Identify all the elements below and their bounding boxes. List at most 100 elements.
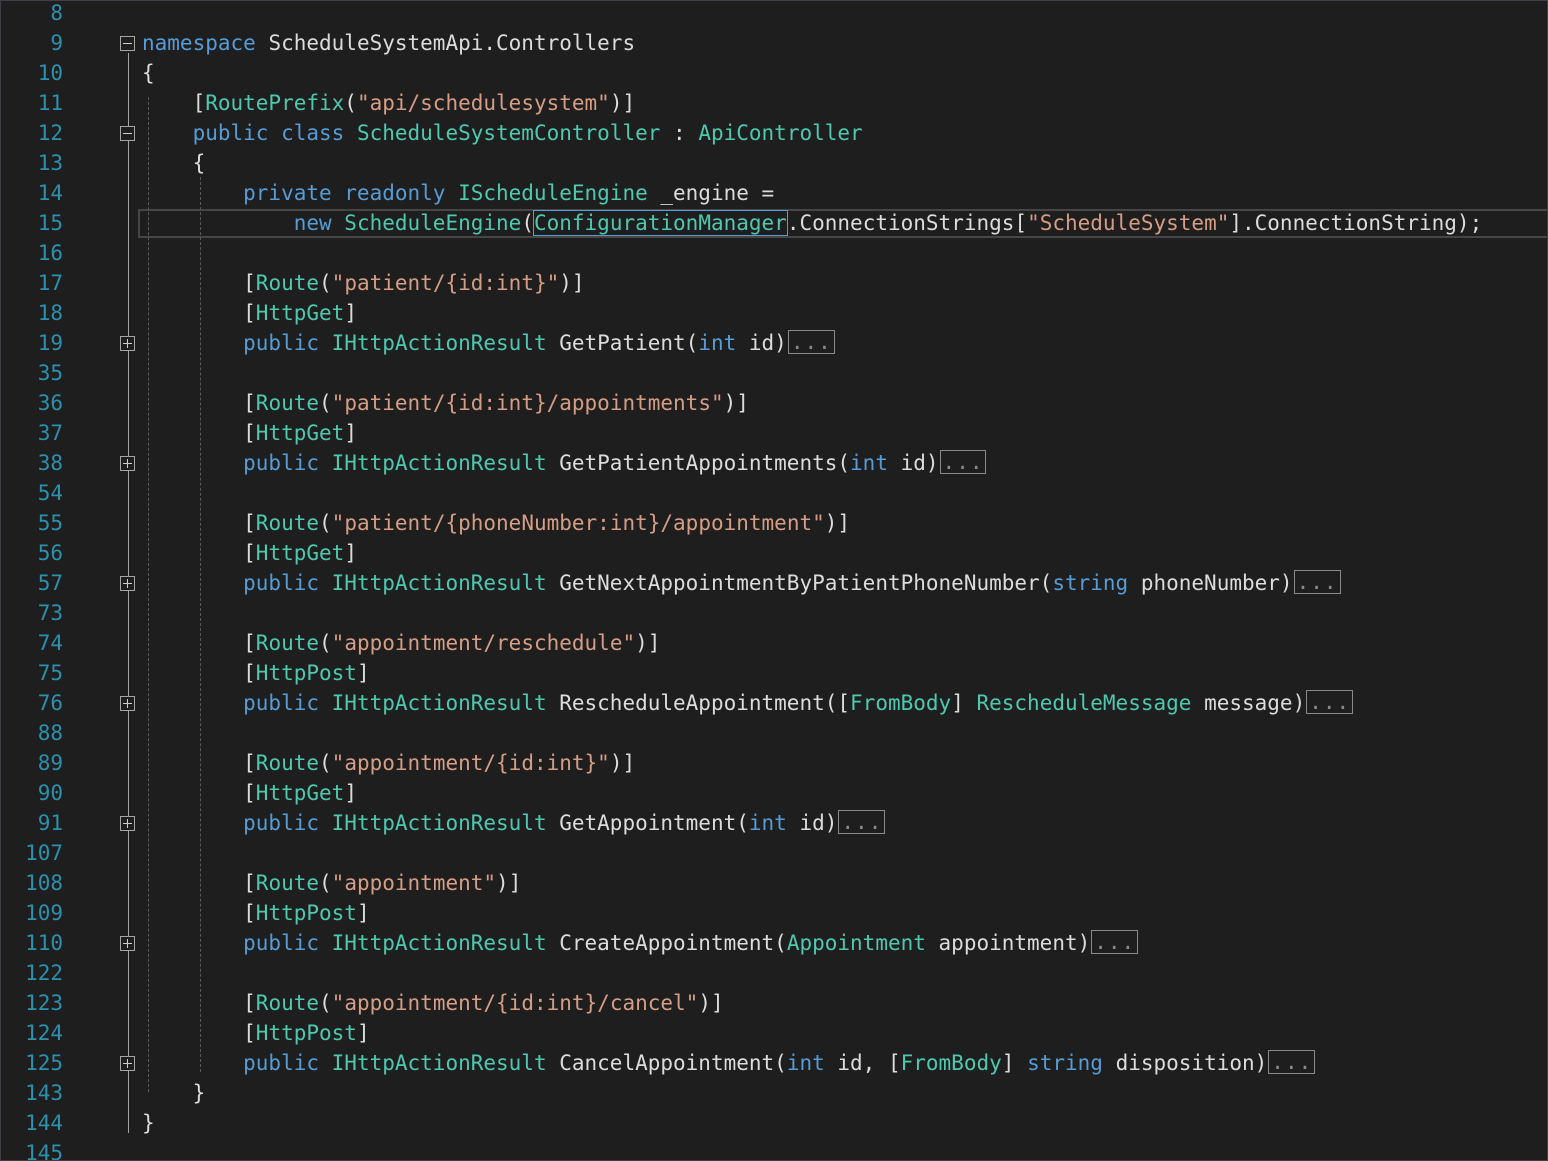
line-number: 124 (25, 1021, 63, 1045)
code-token: IHttpActionResult (331, 451, 547, 475)
code-line[interactable]: 35 (1, 361, 1547, 391)
code-editor[interactable]: 8 9 namespace ScheduleSystemApi.Controller… (0, 0, 1548, 1161)
code-line[interactable]: 11 [RoutePrefix("api/schedulesystem")] (1, 88, 1547, 121)
code-text[interactable]: new ScheduleEngine(ConfigurationManager.… (142, 208, 1482, 238)
code-text[interactable]: [Route("appointment/reschedule")] (142, 628, 660, 658)
code-line[interactable]: 125 public IHttpActionResult CancelAppoi… (1, 1048, 1547, 1081)
code-text[interactable]: public class ScheduleSystemController : … (142, 118, 863, 148)
code-text[interactable]: [HttpGet] (142, 538, 357, 568)
code-line[interactable]: 90 [HttpGet] (1, 778, 1547, 811)
code-line[interactable]: 123 [Route("appointment/{id:int}/cancel"… (1, 988, 1547, 1021)
code-text[interactable]: { (142, 148, 206, 178)
code-text[interactable]: } (142, 1078, 206, 1108)
expand-icon[interactable] (120, 576, 135, 591)
code-line[interactable]: 56 [HttpGet] (1, 538, 1547, 571)
collapsed-region-button[interactable]: ... (939, 450, 987, 474)
line-number: 122 (25, 961, 63, 985)
code-text[interactable]: public IHttpActionResult CreateAppointme… (142, 928, 1139, 958)
code-text[interactable]: [HttpGet] (142, 298, 357, 328)
code-token: ApiController (698, 121, 863, 145)
code-text[interactable]: [HttpPost] (142, 1018, 369, 1048)
expand-icon[interactable] (120, 336, 135, 351)
code-text[interactable]: [HttpPost] (142, 898, 369, 928)
code-token: _engine = (647, 181, 775, 205)
code-token: ScheduleSystemApi.Controllers (255, 31, 636, 55)
code-line[interactable]: 107 (1, 841, 1547, 871)
code-line[interactable]: 8 (1, 1, 1547, 31)
code-line[interactable]: 124 [HttpPost] (1, 1018, 1547, 1051)
code-line[interactable]: 73 (1, 601, 1547, 631)
code-line[interactable]: 91 public IHttpActionResult GetAppointme… (1, 808, 1547, 841)
code-line[interactable]: 143 } (1, 1078, 1547, 1111)
code-text[interactable]: public IHttpActionResult RescheduleAppoi… (142, 688, 1354, 718)
code-line[interactable]: 12 public class ScheduleSystemController… (1, 118, 1547, 151)
code-line[interactable]: 110 public IHttpActionResult CreateAppoi… (1, 928, 1547, 961)
collapsed-region-button[interactable]: ... (1091, 930, 1139, 954)
code-line[interactable]: 9 namespace ScheduleSystemApi.Controllers (1, 28, 1547, 61)
code-line[interactable]: 122 (1, 961, 1547, 991)
code-text[interactable]: public IHttpActionResult GetNextAppointm… (142, 568, 1341, 598)
code-line[interactable]: 19 public IHttpActionResult GetPatient(i… (1, 328, 1547, 361)
code-line[interactable]: 17 [Route("patient/{id:int}")] (1, 268, 1547, 301)
code-line[interactable]: 89 [Route("appointment/{id:int}")] (1, 748, 1547, 781)
code-text[interactable]: [Route("appointment")] (142, 868, 521, 898)
collapsed-region-button[interactable]: ... (787, 330, 835, 354)
code-text[interactable]: [Route("appointment/{id:int}")] (142, 748, 635, 778)
code-line[interactable]: 74 [Route("appointment/reschedule")] (1, 628, 1547, 661)
code-text[interactable]: private readonly IScheduleEngine _engine… (142, 178, 774, 208)
code-line[interactable]: 55 [Route("patient/{phoneNumber:int}/app… (1, 508, 1547, 541)
code-text[interactable]: namespace ScheduleSystemApi.Controllers (142, 28, 635, 58)
expand-icon[interactable] (120, 696, 135, 711)
code-text[interactable]: [RoutePrefix("api/schedulesystem")] (142, 88, 636, 118)
code-token: GetAppointment( (546, 811, 749, 835)
code-text[interactable]: [Route("patient/{id:int}")] (142, 268, 584, 298)
code-text[interactable]: public IHttpActionResult CancelAppointme… (142, 1048, 1316, 1078)
code-text[interactable]: public IHttpActionResult GetAppointment(… (142, 808, 886, 838)
code-text[interactable]: public IHttpActionResult GetPatient(int … (142, 328, 835, 358)
collapse-icon[interactable] (120, 36, 135, 51)
code-text[interactable]: public IHttpActionResult GetPatientAppoi… (142, 448, 987, 478)
code-line[interactable]: 144} (1, 1108, 1547, 1141)
line-number: 37 (37, 421, 63, 445)
code-token: Route (255, 271, 320, 295)
collapsed-region-button[interactable]: ... (1268, 1050, 1316, 1074)
code-line[interactable]: 36 [Route("patient/{id:int}/appointments… (1, 388, 1547, 421)
code-text[interactable]: [Route("appointment/{id:int}/cancel")] (142, 988, 723, 1018)
code-token: )] (496, 871, 522, 895)
code-line[interactable]: 108 [Route("appointment")] (1, 868, 1547, 901)
code-line[interactable]: 75 [HttpPost] (1, 658, 1547, 691)
collapsed-region-button[interactable]: ... (1293, 570, 1341, 594)
code-token: { (142, 61, 155, 85)
code-text[interactable]: { (142, 58, 155, 88)
line-number: 108 (25, 871, 63, 895)
code-line[interactable]: 109 [HttpPost] (1, 898, 1547, 931)
code-token: public (142, 811, 332, 835)
collapse-icon[interactable] (120, 126, 135, 141)
code-line[interactable]: 16 (1, 241, 1547, 271)
code-line[interactable]: 54 (1, 481, 1547, 511)
code-token: ( (319, 991, 332, 1015)
code-line[interactable]: 14 private readonly IScheduleEngine _eng… (1, 178, 1547, 211)
expand-icon[interactable] (120, 456, 135, 471)
code-text[interactable]: [HttpGet] (142, 778, 357, 808)
code-line[interactable]: 76 public IHttpActionResult RescheduleAp… (1, 688, 1547, 721)
code-text[interactable]: [Route("patient/{phoneNumber:int}/appoin… (142, 508, 850, 538)
code-line[interactable]: 57 public IHttpActionResult GetNextAppoi… (1, 568, 1547, 601)
code-line[interactable]: 145 (1, 1141, 1547, 1160)
code-line[interactable]: 10 { (1, 58, 1547, 91)
code-line[interactable]: 18 [HttpGet] (1, 298, 1547, 331)
code-line[interactable]: 88 (1, 721, 1547, 751)
code-text[interactable]: [HttpGet] (142, 418, 357, 448)
code-line[interactable]: 13 { (1, 148, 1547, 181)
expand-icon[interactable] (120, 936, 135, 951)
collapsed-region-button[interactable]: ... (838, 810, 886, 834)
expand-icon[interactable] (120, 1056, 135, 1071)
code-text[interactable]: } (142, 1108, 155, 1138)
expand-icon[interactable] (120, 816, 135, 831)
code-line[interactable]: 37 [HttpGet] (1, 418, 1547, 451)
code-line[interactable]: 15 new ScheduleEngine(ConfigurationManag… (1, 208, 1547, 241)
code-text[interactable]: [HttpPost] (142, 658, 369, 688)
code-text[interactable]: [Route("patient/{id:int}/appointments")] (142, 388, 749, 418)
collapsed-region-button[interactable]: ... (1306, 690, 1354, 714)
code-line[interactable]: 38 public IHttpActionResult GetPatientAp… (1, 448, 1547, 481)
